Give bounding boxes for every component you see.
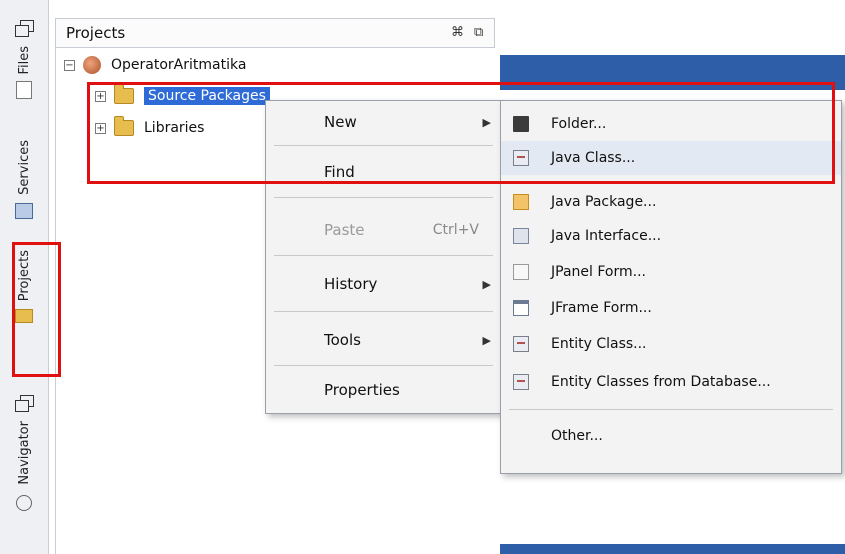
menu-item-label: History [324, 275, 378, 293]
panel-title: Projects [66, 24, 126, 42]
menu-item-tools[interactable]: Tools ▶ [266, 321, 501, 359]
tab-navigator[interactable]: Navigator [6, 395, 42, 511]
menu-item-new[interactable]: New ▶ [266, 103, 501, 141]
menu-separator [274, 145, 493, 146]
submenu-arrow-icon: ▶ [482, 277, 491, 291]
menu-item-label: Paste [324, 221, 365, 239]
submenu-item-label: JFrame Form... [551, 300, 652, 316]
menu-item-properties[interactable]: Properties [266, 371, 501, 409]
projects-icon [15, 309, 33, 324]
submenu-item-entity-classes-db[interactable]: Entity Classes from Database... [501, 365, 841, 399]
tab-services[interactable]: Services [6, 140, 42, 219]
restore-icon[interactable] [15, 395, 34, 412]
menu-item-label: New [324, 113, 357, 131]
navigator-icon [16, 494, 32, 511]
menu-item-history[interactable]: History ▶ [266, 265, 501, 303]
submenu-item-jframe-form[interactable]: JFrame Form... [501, 291, 841, 325]
tab-navigator-label: Navigator [16, 421, 32, 485]
submenu-item-label: Entity Class... [551, 336, 647, 352]
menu-item-label: Tools [324, 331, 361, 349]
submenu-item-java-interface[interactable]: Java Interface... [501, 219, 841, 253]
submenu-item-entity-class[interactable]: Entity Class... [501, 327, 841, 361]
folder-icon [513, 116, 529, 132]
submenu-item-label: Java Package... [551, 194, 657, 210]
tree-node-libraries[interactable]: + Libraries [95, 116, 205, 139]
minimize-icon[interactable]: ⌘ [451, 25, 464, 40]
tab-services-label: Services [16, 140, 32, 195]
submenu-item-label: Java Interface... [551, 228, 662, 244]
editor-footer-band [500, 544, 845, 554]
java-class-icon [513, 150, 529, 166]
menu-separator [274, 311, 493, 312]
collapse-icon[interactable]: − [64, 59, 75, 71]
tab-projects[interactable]: Projects [6, 250, 42, 324]
entity-icon [513, 336, 529, 352]
submenu-item-java-class[interactable]: Java Class... [501, 141, 841, 175]
interface-icon [513, 228, 529, 244]
submenu-item-folder[interactable]: Folder... [501, 107, 841, 141]
submenu-item-other[interactable]: Other... [501, 419, 841, 453]
restore-icon[interactable] [15, 20, 34, 37]
submenu-item-label: Java Class... [551, 150, 636, 166]
tree-node-source-packages[interactable]: + Source Packages [95, 84, 270, 107]
shortcut-label: Ctrl+V [432, 222, 479, 238]
files-icon [16, 80, 32, 99]
submenu-item-label: JPanel Form... [551, 264, 646, 280]
frame-form-icon [513, 300, 529, 316]
menu-separator [274, 365, 493, 366]
submenu-item-java-package[interactable]: Java Package... [501, 185, 841, 219]
tab-projects-label: Projects [16, 250, 32, 302]
project-label: OperatorAritmatika [111, 57, 247, 73]
submenu-arrow-icon: ▶ [482, 115, 491, 129]
submenu-item-jpanel-form[interactable]: JPanel Form... [501, 255, 841, 289]
expand-icon[interactable]: + [95, 90, 106, 102]
expand-icon[interactable]: + [95, 122, 106, 134]
menu-separator [509, 409, 833, 410]
folder-icon [114, 84, 134, 104]
tree-node-project[interactable]: − OperatorAritmatika [64, 54, 246, 76]
menu-separator [274, 197, 493, 198]
panel-header: Projects ⌘ ⧉ [55, 18, 495, 48]
libraries-icon [114, 116, 134, 136]
project-icon [83, 56, 101, 74]
panel-form-icon [513, 264, 529, 280]
submenu-item-label: Folder... [551, 116, 607, 132]
tree-node-label: Libraries [144, 120, 205, 136]
tree-node-label: Source Packages [144, 87, 270, 105]
submenu-item-label: Other... [551, 428, 603, 444]
restore-window-icon[interactable]: ⧉ [474, 25, 483, 40]
new-submenu: Folder... Java Class... Java Package... … [500, 100, 842, 474]
side-tool-strip: Files Services Projects Navigator [0, 0, 49, 554]
submenu-arrow-icon: ▶ [482, 333, 491, 347]
context-menu: New ▶ Find Paste Ctrl+V History ▶ Tools … [265, 100, 502, 414]
editor-header-band [500, 55, 845, 90]
menu-item-label: Find [324, 163, 355, 181]
package-icon [513, 194, 529, 210]
tab-files[interactable]: Files [6, 20, 42, 99]
menu-separator [274, 255, 493, 256]
tab-files-label: Files [16, 46, 32, 75]
submenu-item-label: Entity Classes from Database... [551, 374, 771, 390]
menu-item-paste[interactable]: Paste Ctrl+V [266, 211, 501, 249]
menu-item-find[interactable]: Find [266, 153, 501, 191]
menu-item-label: Properties [324, 381, 400, 399]
services-icon [15, 202, 33, 219]
entity-db-icon [513, 374, 529, 390]
